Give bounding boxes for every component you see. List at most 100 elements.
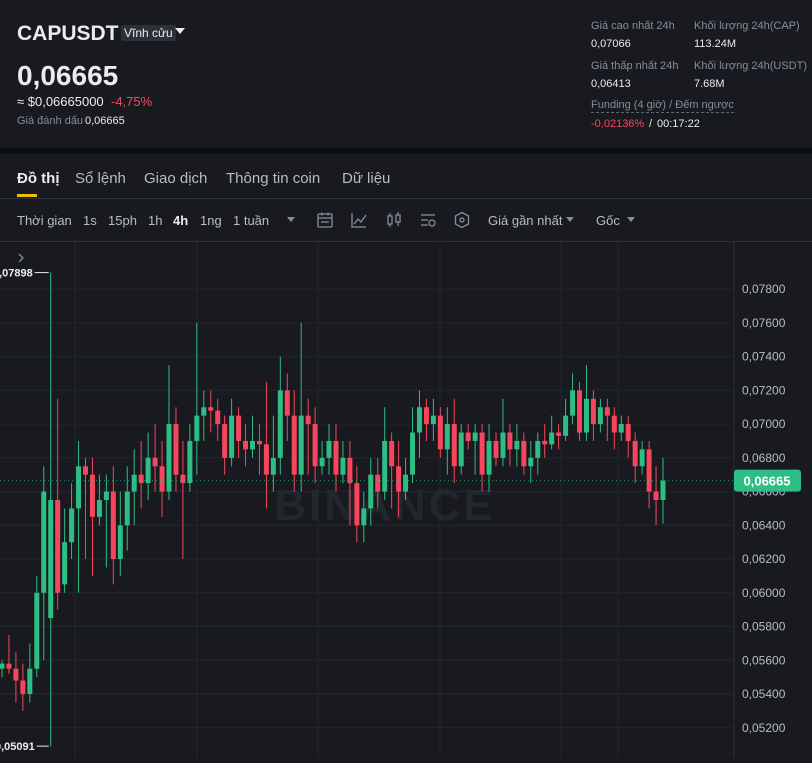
funding-separator: / bbox=[649, 118, 653, 130]
candle bbox=[465, 424, 471, 450]
volume-cap-label: Khối lượng 24h(CAP) bbox=[694, 20, 800, 32]
candle bbox=[535, 432, 541, 475]
candle-body bbox=[215, 410, 221, 425]
candle-body bbox=[13, 668, 19, 681]
candlestick-chart[interactable]: BINANCE 0,07800 0,07600 0,07400 0,07200 0,07… bbox=[0, 242, 812, 758]
y-tick-label: 0,06400 bbox=[742, 518, 786, 532]
candle-body bbox=[173, 424, 179, 475]
candle-body bbox=[48, 500, 54, 619]
interval-1w[interactable]: 1 tuần bbox=[233, 213, 269, 228]
candle bbox=[542, 424, 548, 458]
tab-chart[interactable]: Đồ thị bbox=[17, 170, 60, 187]
candle bbox=[472, 424, 478, 475]
tab-order-book[interactable]: Sổ lệnh bbox=[75, 170, 126, 187]
low-24h-label: Giá thấp nhất 24h bbox=[591, 60, 679, 72]
candle bbox=[62, 508, 68, 593]
candle-body bbox=[152, 457, 158, 467]
candle-body bbox=[597, 407, 603, 425]
indicator-line-icon[interactable] bbox=[350, 211, 368, 229]
price-source-caret-icon[interactable] bbox=[566, 217, 574, 222]
candle bbox=[34, 575, 40, 678]
scale-mode-select[interactable]: Gốc bbox=[596, 213, 620, 228]
contract-type-badge: Vĩnh cửu bbox=[121, 25, 176, 41]
candle bbox=[117, 491, 123, 576]
candle-body bbox=[577, 390, 583, 433]
candle bbox=[423, 398, 429, 441]
calendar-icon[interactable] bbox=[316, 211, 334, 229]
volume-usdt-value: 7.68M bbox=[694, 78, 725, 90]
candle-body bbox=[430, 415, 436, 425]
candle-body bbox=[465, 432, 471, 441]
candle bbox=[583, 365, 589, 441]
mark-price-label: Giá đánh dấu bbox=[17, 115, 84, 127]
chart-canvas[interactable]: BINANCE 0,078000,076000,074000,072000,07… bbox=[0, 242, 812, 758]
tab-trades[interactable]: Giao dịch bbox=[144, 170, 207, 187]
candle-body bbox=[375, 474, 381, 492]
depth-hexagon-icon[interactable] bbox=[453, 211, 471, 229]
candle-body bbox=[542, 440, 548, 445]
candle-body bbox=[298, 415, 304, 475]
candle bbox=[173, 407, 179, 492]
high-24h-value: 0,07066 bbox=[591, 38, 631, 50]
interval-4h[interactable]: 4h bbox=[173, 213, 188, 228]
interval-1d[interactable]: 1ng bbox=[200, 213, 222, 228]
candle-body bbox=[208, 407, 214, 411]
candle-body bbox=[180, 474, 186, 484]
y-tick-label: 0,05400 bbox=[742, 687, 786, 701]
main-tabs: Đồ thị Sổ lệnh Giao dịch Thông tin coin … bbox=[0, 154, 812, 199]
high-24h-label: Giá cao nhất 24h bbox=[591, 20, 675, 32]
y-tick-label: 0,06200 bbox=[742, 552, 786, 566]
price-axis: 0,07800 0,07600 0,07400 0,07200 0,07000 0,068… bbox=[742, 282, 786, 735]
tab-data[interactable]: Dữ liệu bbox=[342, 170, 390, 187]
candle-body bbox=[416, 407, 422, 433]
candle bbox=[55, 398, 61, 610]
funding-label[interactable]: Funding (4 giờ) / Đếm ngược bbox=[591, 99, 734, 113]
chart-settings-icon[interactable] bbox=[419, 211, 437, 229]
candle bbox=[493, 432, 499, 467]
candle-body bbox=[382, 440, 388, 492]
scale-mode-caret-icon[interactable] bbox=[627, 217, 635, 222]
candle-body bbox=[500, 432, 506, 458]
candle-body bbox=[368, 474, 374, 509]
expand-chevron-icon[interactable] bbox=[18, 253, 24, 263]
candle bbox=[416, 390, 422, 458]
candle bbox=[507, 424, 513, 467]
time-label: Thời gian bbox=[17, 213, 72, 228]
candle-body bbox=[55, 500, 61, 593]
max-marker-label: 0,07898 bbox=[0, 268, 33, 280]
candle bbox=[96, 474, 102, 526]
candle-body bbox=[361, 508, 367, 526]
price-change-percent: -4,75% bbox=[111, 94, 153, 109]
candle bbox=[597, 398, 603, 433]
candle bbox=[249, 415, 255, 458]
candle-body bbox=[82, 466, 88, 475]
candle bbox=[514, 424, 520, 467]
y-tick-label: 0,07400 bbox=[742, 350, 786, 364]
candle-body bbox=[570, 390, 576, 416]
candle bbox=[556, 424, 562, 450]
min-marker-label: 0,05091 bbox=[0, 741, 35, 753]
candle bbox=[124, 466, 130, 551]
y-tick-label: 0,05800 bbox=[742, 620, 786, 634]
candle-body bbox=[437, 415, 443, 450]
mark-price-value: 0,06665 bbox=[85, 115, 125, 127]
interval-1h[interactable]: 1h bbox=[148, 213, 162, 228]
current-price-label: 0,06665 bbox=[744, 474, 791, 489]
candle bbox=[444, 407, 450, 475]
candle-body bbox=[76, 466, 82, 509]
y-tick-label: 0,07800 bbox=[742, 282, 786, 296]
candle-body bbox=[556, 432, 562, 436]
price-source-select[interactable]: Giá gần nhất bbox=[488, 213, 562, 228]
candle-type-icon[interactable] bbox=[385, 211, 403, 229]
candle bbox=[312, 407, 318, 484]
tab-coin-info[interactable]: Thông tin coin bbox=[226, 170, 320, 187]
candle bbox=[430, 398, 436, 441]
candle-body bbox=[138, 474, 144, 484]
symbol-dropdown-caret-icon[interactable] bbox=[175, 28, 185, 34]
interval-more-icon[interactable] bbox=[287, 217, 295, 222]
interval-1s[interactable]: 1s bbox=[83, 213, 97, 228]
symbol-title[interactable]: CAPUSDT bbox=[17, 22, 119, 46]
candle bbox=[215, 398, 221, 441]
candle-body bbox=[347, 457, 353, 484]
interval-15m[interactable]: 15ph bbox=[108, 213, 137, 228]
